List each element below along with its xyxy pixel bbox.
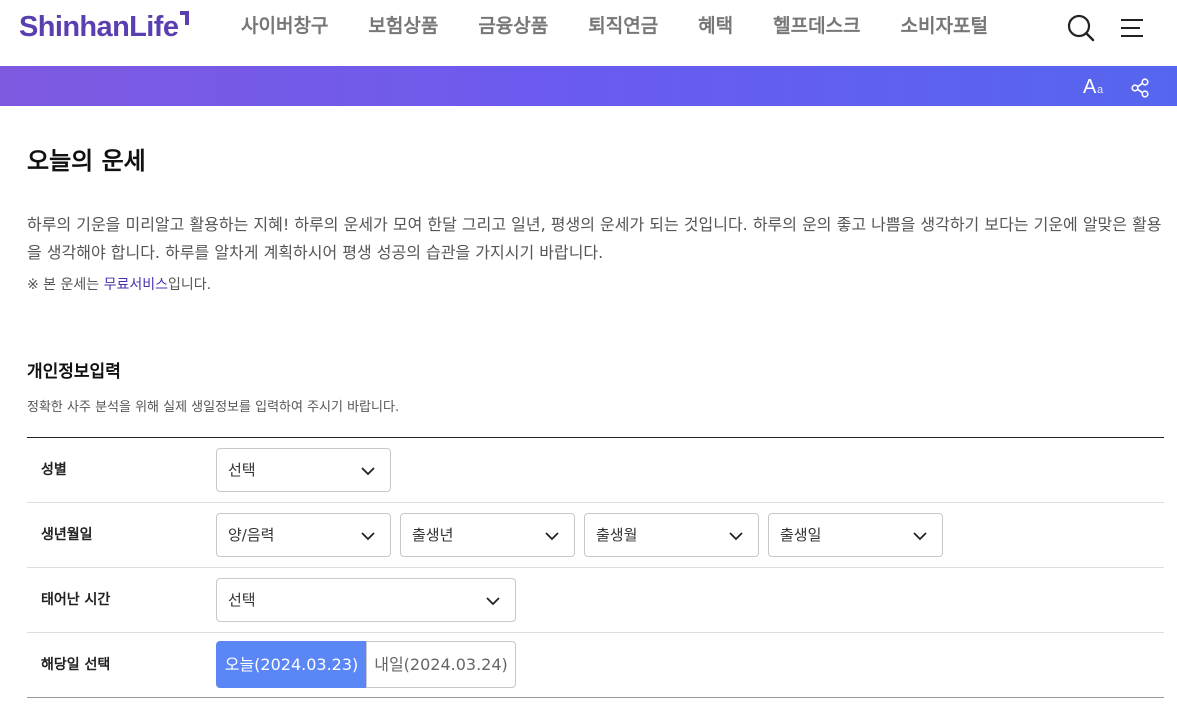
logo-corner-mark (180, 11, 190, 25)
today-option-button[interactable]: 오늘(2024.03.23) (216, 641, 367, 688)
personal-info-form: 성별 선택 생년월일 양/음력 출생년 출생월 출생일 태어난 시간 선택 해당… (27, 437, 1164, 698)
birth-day-value: 출생일 (780, 526, 822, 544)
free-service-link[interactable]: 무료서비스 (104, 277, 168, 293)
gender-select[interactable]: 선택 (216, 448, 391, 492)
chevron-down-icon (361, 467, 375, 476)
gender-label: 성별 (41, 462, 67, 478)
font-size-icon-small: a (1097, 84, 1104, 96)
calendar-type-select[interactable]: 양/음력 (216, 513, 391, 557)
utility-toolbar: A a (0, 66, 1177, 106)
nav-benefits[interactable]: 혜택 (678, 13, 753, 39)
chevron-down-icon (729, 532, 743, 541)
calendar-type-value: 양/음력 (228, 526, 275, 544)
form-row-birthdate: 생년월일 양/음력 출생년 출생월 출생일 (27, 503, 1164, 568)
date-select-label: 해당일 선택 (41, 657, 111, 673)
birth-time-value: 선택 (228, 591, 256, 609)
tomorrow-option-button[interactable]: 내일(2024.03.24) (366, 641, 516, 688)
nav-retirement-pension[interactable]: 퇴직연금 (568, 13, 678, 39)
chevron-down-icon (545, 532, 559, 541)
birthdate-label: 생년월일 (41, 527, 93, 543)
chevron-down-icon (913, 532, 927, 541)
main-navigation: 사이버창구 보험상품 금융상품 퇴직연금 혜택 헬프데스크 소비자포털 (221, 13, 1008, 39)
search-icon (1067, 14, 1095, 42)
shinhanlife-logo[interactable]: ShinhanLife (19, 9, 190, 45)
chevron-down-icon (486, 597, 500, 606)
section-title: 개인정보입력 (27, 362, 121, 382)
birth-year-select[interactable]: 출생년 (400, 513, 575, 557)
share-icon (1131, 78, 1149, 98)
note-suffix: 입니다. (168, 277, 212, 293)
form-row-date-select: 해당일 선택 오늘(2024.03.23) 내일(2024.03.24) (27, 633, 1164, 698)
hamburger-menu-icon (1121, 19, 1143, 37)
search-button[interactable] (1067, 14, 1095, 42)
birth-time-select[interactable]: 선택 (216, 578, 516, 622)
nav-financial-products[interactable]: 금융상품 (458, 13, 568, 39)
note-prefix: ※ 본 운세는 (27, 277, 104, 293)
birth-year-value: 출생년 (412, 526, 454, 544)
nav-help-desk[interactable]: 헬프데스크 (753, 13, 880, 39)
page-title: 오늘의 운세 (27, 147, 146, 175)
nav-cyber-branch[interactable]: 사이버창구 (221, 13, 348, 39)
font-size-icon: A (1083, 76, 1097, 98)
logo-text: ShinhanLife (19, 11, 179, 43)
chevron-down-icon (361, 532, 375, 541)
nav-consumer-portal[interactable]: 소비자포털 (881, 13, 1008, 39)
birth-time-label: 태어난 시간 (41, 592, 111, 608)
service-note: ※ 본 운세는 무료서비스입니다. (27, 275, 211, 295)
share-button[interactable] (1130, 78, 1150, 98)
site-header: ShinhanLife 사이버창구 보험상품 금융상품 퇴직연금 혜택 헬프데스… (0, 0, 1177, 66)
nav-insurance-products[interactable]: 보험상품 (348, 13, 458, 39)
font-size-button[interactable]: A a (1082, 74, 1108, 98)
form-row-gender: 성별 선택 (27, 438, 1164, 503)
birth-month-value: 출생월 (596, 526, 638, 544)
birth-month-select[interactable]: 출생월 (584, 513, 759, 557)
section-description: 정확한 사주 분석을 위해 실제 생일정보를 입력하여 주시기 바랍니다. (27, 400, 400, 415)
form-row-birth-time: 태어난 시간 선택 (27, 568, 1164, 633)
birth-day-select[interactable]: 출생일 (768, 513, 943, 557)
gender-select-value: 선택 (228, 461, 256, 479)
intro-text: 하루의 기운을 미리알고 활용하는 지혜! 하루의 운세가 모여 한달 그리고 … (27, 215, 1162, 262)
menu-button[interactable] (1118, 14, 1146, 42)
